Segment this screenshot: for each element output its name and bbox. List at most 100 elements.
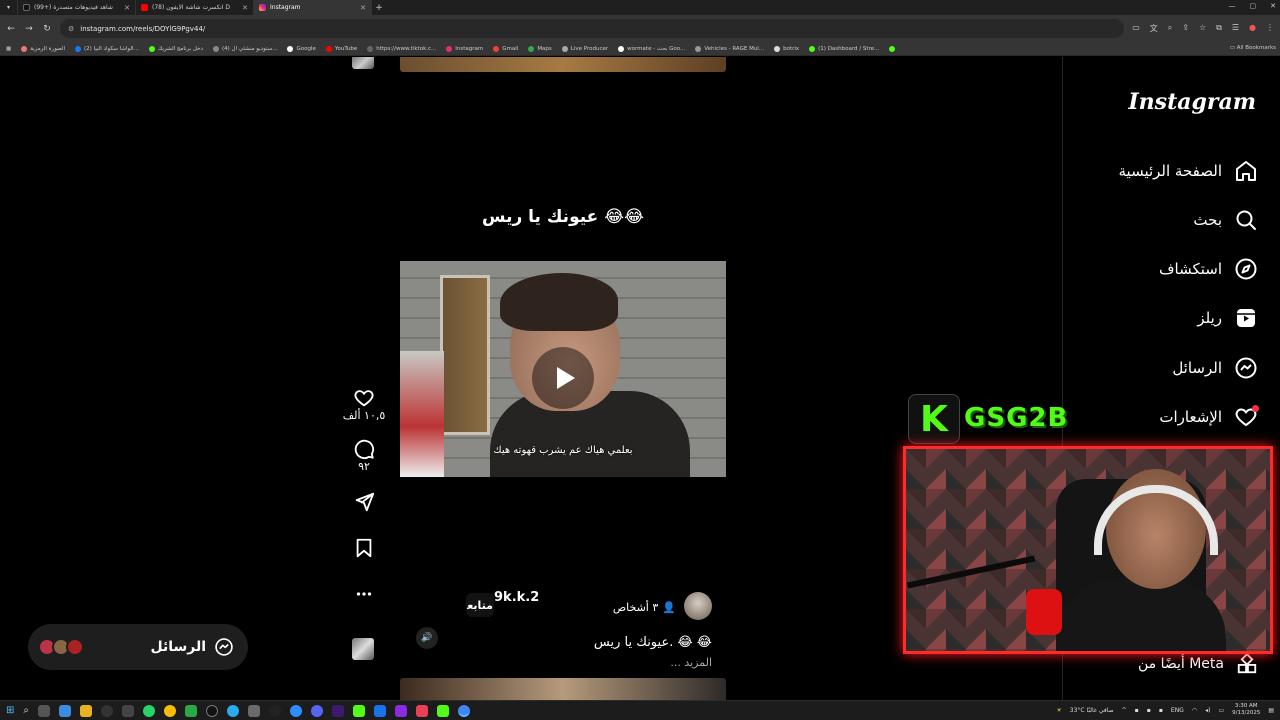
more-options[interactable] <box>353 583 375 605</box>
back-icon[interactable]: ← <box>6 24 16 34</box>
bookmark-item[interactable]: botrix <box>774 45 799 52</box>
taskbar-app-icon[interactable] <box>206 704 218 717</box>
notification-center-icon[interactable]: ▤ <box>1268 707 1274 714</box>
whatsapp-icon[interactable] <box>143 704 155 717</box>
reel-caption[interactable]: عيونك يا ريس. 😂 😂 ... المزيد <box>540 633 712 673</box>
close-icon[interactable]: ✕ <box>124 4 130 12</box>
close-icon[interactable]: ✕ <box>360 4 366 12</box>
battery-icon[interactable]: ▭ <box>1218 707 1224 714</box>
search-icon[interactable]: ⌕ <box>23 705 29 716</box>
chrome-active-icon[interactable] <box>458 704 470 717</box>
volume-icon[interactable]: ◂) <box>1205 707 1210 714</box>
zoom-icon[interactable]: ⌕ <box>1168 23 1172 34</box>
close-window-icon[interactable]: ✕ <box>1270 2 1276 10</box>
bookmark-item[interactable]: Maps <box>528 45 552 52</box>
bookmark-item[interactable]: Vehicles - RAGE Mul... <box>695 45 764 52</box>
minimize-icon[interactable]: — <box>1229 2 1236 10</box>
task-view-icon[interactable] <box>38 704 50 717</box>
author-username[interactable]: 9k.k.2 <box>494 590 539 605</box>
mute-button[interactable]: 🔊 <box>416 627 438 649</box>
all-bookmarks[interactable]: ▭ All Bookmarks <box>1230 45 1276 51</box>
bookmark-item[interactable]: (4) ستوديو منشئي ال... <box>212 45 277 52</box>
discord-icon[interactable] <box>311 704 323 717</box>
bookmark-item[interactable]: Gmail <box>493 45 518 52</box>
like-action[interactable]: ١٠,٥ ألف <box>343 387 385 422</box>
taskbar-app-icon[interactable] <box>374 704 386 717</box>
author-avatar[interactable] <box>684 592 712 620</box>
bookmark-item[interactable]: دخل برنامج الشريك <box>148 45 203 52</box>
tagged-people[interactable]: ٣ أشخاص 👤 <box>613 601 676 614</box>
maximize-icon[interactable]: ▢ <box>1250 2 1257 10</box>
sidebar-item-notifications[interactable]: الإشعارات <box>1159 405 1259 429</box>
tray-app-icon[interactable]: ▪ <box>1159 707 1163 714</box>
play-button[interactable] <box>532 347 594 409</box>
share-action[interactable] <box>353 491 375 513</box>
taskbar-app-icon[interactable] <box>416 704 428 717</box>
bookmark-item[interactable]: YouTube <box>325 45 357 52</box>
telegram-icon[interactable] <box>227 704 239 717</box>
tray-app-icon[interactable]: ▪ <box>1135 707 1139 714</box>
wifi-icon[interactable]: ◠ <box>1192 707 1197 714</box>
previous-reel-audio-thumb[interactable] <box>352 57 374 69</box>
bookmark-item[interactable]: wormate - بحث Goo... <box>618 45 685 52</box>
bookmark-item[interactable]: Instagram <box>446 45 483 52</box>
bookmark-item[interactable]: الصورة الرمزية <box>21 45 65 52</box>
clock[interactable]: 3:30 AM 9/13/2025 <box>1232 703 1260 717</box>
bookmark-star-icon[interactable]: ☆ <box>1199 23 1206 34</box>
follow-button[interactable]: متابعة <box>466 593 494 617</box>
next-reel-preview[interactable] <box>400 678 726 700</box>
tray-app-icon[interactable]: ▪ <box>1147 707 1151 714</box>
reload-icon[interactable]: ↻ <box>42 24 52 34</box>
bookmark-item[interactable]: (1) Dashboard / Stre... <box>809 45 879 52</box>
menu-icon[interactable]: ⋮ <box>1266 23 1274 34</box>
tab-2[interactable]: (78) انكسرت شاشة الايفون D ✕ <box>136 0 254 15</box>
sidebar-item-search[interactable]: بحث <box>1193 208 1258 232</box>
taskbar-app-icon[interactable] <box>332 704 344 717</box>
chrome-icon[interactable] <box>164 704 176 717</box>
instagram-logo[interactable]: Instagram <box>1128 89 1256 115</box>
bookmark-item[interactable]: Google <box>287 45 316 52</box>
apps-icon[interactable]: ▦ <box>6 46 11 52</box>
bookmark-item[interactable]: Live Producer <box>561 45 608 52</box>
profile-avatar[interactable]: ● <box>1249 23 1256 34</box>
taskbar-app-icon[interactable] <box>248 704 260 717</box>
taskbar-app-icon[interactable] <box>59 704 71 717</box>
share-icon[interactable]: ⇪ <box>1182 23 1189 34</box>
taskbar-app-icon[interactable] <box>395 704 407 717</box>
sidebar-item-messages[interactable]: الرسائل <box>1172 356 1258 380</box>
also-from-meta[interactable]: أيضًا من Meta <box>1138 653 1258 675</box>
kick-icon[interactable] <box>353 704 365 717</box>
tab-1[interactable]: (99+) شاهد فيديوهات متصدرة ✕ <box>18 0 136 15</box>
site-info-icon[interactable]: ⚙ <box>68 25 74 33</box>
taskbar-app-icon[interactable] <box>290 704 302 717</box>
bookmark-item[interactable]: (2) الواشا سكواد البيا... <box>75 45 139 52</box>
address-bar[interactable]: ⚙ instagram.com/reels/DOYlG9Pgv44/ <box>60 19 1125 38</box>
cast-icon[interactable]: ▭ <box>1132 23 1140 34</box>
kick-icon[interactable] <box>437 704 449 717</box>
weather-text[interactable]: 33°C صافي غالبًا <box>1070 707 1114 714</box>
tab-3[interactable]: Instagram ✕ <box>254 0 372 15</box>
new-tab-button[interactable]: + <box>372 3 386 13</box>
reel-video[interactable]: بعلمي هياك عم يشرب قهوته هيك <box>400 261 726 477</box>
translate-icon[interactable]: 文 <box>1150 23 1158 34</box>
taskbar-app-icon[interactable] <box>122 704 134 717</box>
previous-reel-preview[interactable] <box>400 57 726 72</box>
sidepanel-icon[interactable]: ☰ <box>1232 23 1239 34</box>
windows-start-icon[interactable]: ⊞ <box>6 705 14 716</box>
bookmark-item[interactable]: https://www.tiktok.c... <box>367 45 436 52</box>
taskbar-app-icon[interactable] <box>101 704 113 717</box>
tab-list-button[interactable]: ▾ <box>0 0 18 15</box>
sidebar-item-home[interactable]: الصفحة الرئيسية <box>1119 159 1259 183</box>
extensions-icon[interactable]: ⧉ <box>1216 23 1222 34</box>
forward-icon[interactable]: → <box>24 24 34 34</box>
sidebar-item-explore[interactable]: استكشاف <box>1159 257 1258 281</box>
taskbar-app-icon[interactable] <box>185 704 197 717</box>
comment-action[interactable]: ٩٢ <box>353 438 375 473</box>
caption-more-link[interactable]: ... المزيد <box>670 656 712 669</box>
audio-thumbnail[interactable] <box>352 638 374 660</box>
save-action[interactable] <box>353 537 375 559</box>
bookmark-item[interactable] <box>889 45 896 52</box>
taskbar-app-icon[interactable] <box>269 704 281 717</box>
close-icon[interactable]: ✕ <box>242 4 248 12</box>
language-indicator[interactable]: ENG <box>1171 707 1184 714</box>
